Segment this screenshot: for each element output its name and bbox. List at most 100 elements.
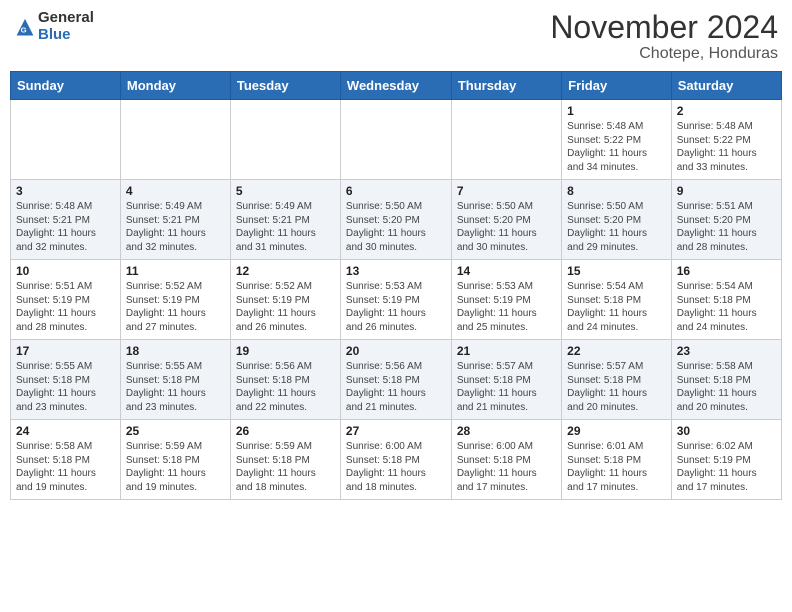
day-info: Sunrise: 5:53 AM Sunset: 5:19 PM Dayligh… (457, 280, 556, 334)
calendar-cell: 7Sunrise: 5:50 AM Sunset: 5:20 PM Daylig… (451, 180, 561, 260)
calendar-cell: 24 Sunrise: 5:58 AM Sunset: 5:18 PM Dayli… (11, 420, 121, 500)
calendar-cell: 17Sunrise: 5:55 AM Sunset: 5:18 PM Dayli… (11, 340, 121, 420)
day-info: Sunrise: 5:49 AM Sunset: 5:21 PM Dayligh… (126, 200, 225, 254)
calendar-cell: 27Sunrise: 6:00 AM Sunset: 5:18 PM Dayli… (340, 420, 451, 500)
calendar-cell: 2Sunrise: 5:48 AM Sunset: 5:22 PM Daylig… (671, 100, 781, 180)
calendar-cell: 23Sunrise: 5:58 AM Sunset: 5:18 PM Dayli… (671, 340, 781, 420)
calendar-cell: 16 Sunrise: 5:54 AM Sunset: 5:18 PM Dayli… (671, 260, 781, 340)
day-info: Sunrise: 6:01 AM Sunset: 5:18 PM Dayligh… (567, 440, 666, 494)
calendar-cell: 11 Sunrise: 5:52 AM Sunset: 5:19 PM Dayli… (120, 260, 230, 340)
week-row-3: 10Sunrise: 5:51 AM Sunset: 5:19 PM Dayli… (11, 260, 782, 340)
calendar-cell (230, 100, 340, 180)
calendar-cell (120, 100, 230, 180)
logo-text: General Blue (38, 10, 94, 43)
day-number: 14 (457, 264, 556, 278)
weekday-header-wednesday: Wednesday (340, 72, 451, 100)
day-info: Sunrise: 5:56 AM Sunset: 5:18 PM Dayligh… (346, 360, 446, 414)
logo-general-text: General (38, 10, 94, 27)
calendar-cell: 21 Sunrise: 5:57 AM Sunset: 5:18 PM Dayli… (451, 340, 561, 420)
calendar-cell: 28Sunrise: 6:00 AM Sunset: 5:18 PM Dayli… (451, 420, 561, 500)
week-row-2: 3 Sunrise: 5:48 AM Sunset: 5:21 PM Daylig… (11, 180, 782, 260)
day-number: 13 (346, 264, 446, 278)
day-info: Sunrise: 5:52 AM Sunset: 5:19 PM Dayligh… (126, 280, 225, 334)
calendar-cell: 9Sunrise: 5:51 AM Sunset: 5:20 PM Daylig… (671, 180, 781, 260)
day-number: 12 (236, 264, 335, 278)
day-info: Sunrise: 5:58 AM Sunset: 5:18 PM Dayligh… (16, 440, 115, 494)
month-title: November 2024 (550, 10, 778, 45)
day-number: 6 (346, 184, 446, 198)
calendar-cell: 3 Sunrise: 5:48 AM Sunset: 5:21 PM Daylig… (11, 180, 121, 260)
weekday-header-friday: Friday (562, 72, 672, 100)
calendar-cell: 18 Sunrise: 5:55 AM Sunset: 5:18 PM Dayli… (120, 340, 230, 420)
day-number: 2 (677, 104, 776, 118)
calendar-cell: 22 Sunrise: 5:57 AM Sunset: 5:18 PM Dayli… (562, 340, 672, 420)
calendar-cell: 10Sunrise: 5:51 AM Sunset: 5:19 PM Dayli… (11, 260, 121, 340)
logo-icon: G (14, 16, 36, 38)
day-info: Sunrise: 5:57 AM Sunset: 5:18 PM Dayligh… (567, 360, 666, 414)
weekday-header-monday: Monday (120, 72, 230, 100)
day-number: 20 (346, 344, 446, 358)
day-number: 30 (677, 424, 776, 438)
calendar-cell: 19 Sunrise: 5:56 AM Sunset: 5:18 PM Dayli… (230, 340, 340, 420)
day-info: Sunrise: 5:59 AM Sunset: 5:18 PM Dayligh… (126, 440, 225, 494)
day-number: 29 (567, 424, 666, 438)
day-number: 16 (677, 264, 776, 278)
day-number: 11 (126, 264, 225, 278)
day-number: 24 (16, 424, 115, 438)
day-number: 9 (677, 184, 776, 198)
calendar-cell: 26 Sunrise: 5:59 AM Sunset: 5:18 PM Dayli… (230, 420, 340, 500)
calendar-cell: 4Sunrise: 5:49 AM Sunset: 5:21 PM Daylig… (120, 180, 230, 260)
day-number: 22 (567, 344, 666, 358)
day-number: 23 (677, 344, 776, 358)
week-row-4: 17Sunrise: 5:55 AM Sunset: 5:18 PM Dayli… (11, 340, 782, 420)
logo-blue-text: Blue (38, 27, 94, 44)
calendar-cell: 15 Sunrise: 5:54 AM Sunset: 5:18 PM Dayli… (562, 260, 672, 340)
day-number: 25 (126, 424, 225, 438)
calendar-cell: 20 Sunrise: 5:56 AM Sunset: 5:18 PM Dayli… (340, 340, 451, 420)
day-info: Sunrise: 5:50 AM Sunset: 5:20 PM Dayligh… (567, 200, 666, 254)
day-number: 8 (567, 184, 666, 198)
day-number: 19 (236, 344, 335, 358)
day-number: 15 (567, 264, 666, 278)
weekday-header-row: SundayMondayTuesdayWednesdayThursdayFrid… (11, 72, 782, 100)
day-info: Sunrise: 5:55 AM Sunset: 5:18 PM Dayligh… (126, 360, 225, 414)
svg-text:G: G (21, 25, 27, 34)
day-info: Sunrise: 5:54 AM Sunset: 5:18 PM Dayligh… (677, 280, 776, 334)
day-info: Sunrise: 5:48 AM Sunset: 5:21 PM Dayligh… (16, 200, 115, 254)
day-number: 5 (236, 184, 335, 198)
calendar-cell: 14 Sunrise: 5:53 AM Sunset: 5:19 PM Dayli… (451, 260, 561, 340)
weekday-header-tuesday: Tuesday (230, 72, 340, 100)
weekday-header-saturday: Saturday (671, 72, 781, 100)
day-info: Sunrise: 5:56 AM Sunset: 5:18 PM Dayligh… (236, 360, 335, 414)
calendar-cell: 25 Sunrise: 5:59 AM Sunset: 5:18 PM Dayli… (120, 420, 230, 500)
day-info: Sunrise: 5:54 AM Sunset: 5:18 PM Dayligh… (567, 280, 666, 334)
logo: G General Blue (14, 10, 94, 43)
week-row-5: 24 Sunrise: 5:58 AM Sunset: 5:18 PM Dayli… (11, 420, 782, 500)
day-number: 27 (346, 424, 446, 438)
day-number: 1 (567, 104, 666, 118)
day-number: 28 (457, 424, 556, 438)
location-title: Chotepe, Honduras (550, 45, 778, 63)
day-info: Sunrise: 5:57 AM Sunset: 5:18 PM Dayligh… (457, 360, 556, 414)
day-info: Sunrise: 5:50 AM Sunset: 5:20 PM Dayligh… (457, 200, 556, 254)
calendar-cell: 30 Sunrise: 6:02 AM Sunset: 5:19 PM Dayli… (671, 420, 781, 500)
day-info: Sunrise: 5:49 AM Sunset: 5:21 PM Dayligh… (236, 200, 335, 254)
calendar-cell: 29 Sunrise: 6:01 AM Sunset: 5:18 PM Dayli… (562, 420, 672, 500)
day-number: 18 (126, 344, 225, 358)
day-info: Sunrise: 5:59 AM Sunset: 5:18 PM Dayligh… (236, 440, 335, 494)
day-info: Sunrise: 6:02 AM Sunset: 5:19 PM Dayligh… (677, 440, 776, 494)
calendar-cell (451, 100, 561, 180)
week-row-1: 1Sunrise: 5:48 AM Sunset: 5:22 PM Daylig… (11, 100, 782, 180)
day-number: 26 (236, 424, 335, 438)
calendar-cell: 13 Sunrise: 5:53 AM Sunset: 5:19 PM Dayli… (340, 260, 451, 340)
day-info: Sunrise: 5:53 AM Sunset: 5:19 PM Dayligh… (346, 280, 446, 334)
calendar-table: SundayMondayTuesdayWednesdayThursdayFrid… (10, 71, 782, 500)
calendar-cell: 1Sunrise: 5:48 AM Sunset: 5:22 PM Daylig… (562, 100, 672, 180)
weekday-header-thursday: Thursday (451, 72, 561, 100)
weekday-header-sunday: Sunday (11, 72, 121, 100)
day-number: 21 (457, 344, 556, 358)
day-number: 3 (16, 184, 115, 198)
day-info: Sunrise: 5:51 AM Sunset: 5:19 PM Dayligh… (16, 280, 115, 334)
calendar-cell (11, 100, 121, 180)
day-info: Sunrise: 5:50 AM Sunset: 5:20 PM Dayligh… (346, 200, 446, 254)
